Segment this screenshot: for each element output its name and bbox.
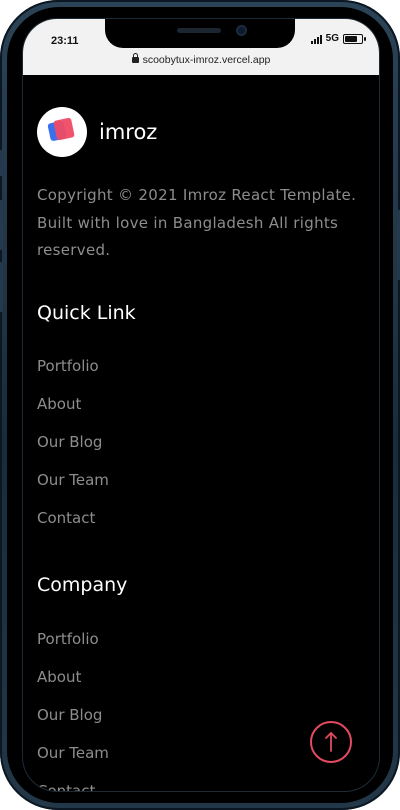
quick-link-about[interactable]: About [37,385,109,423]
camera-icon [236,25,247,36]
quick-link-portfolio[interactable]: Portfolio [37,347,109,385]
url-text: scoobytux-imroz.vercel.app [142,54,271,66]
quick-link-contact[interactable]: Contact [37,499,109,537]
status-indicators: 5G [310,33,366,44]
company-link-portfolio[interactable]: Portfolio [37,620,109,658]
speaker-grille [177,28,221,33]
scroll-to-top-button[interactable] [310,721,352,763]
quick-link-heading: Quick Link [37,302,136,324]
quick-link-our-team[interactable]: Our Team [37,461,109,499]
quick-link-our-blog[interactable]: Our Blog [37,423,109,461]
volume-up-button [0,200,3,250]
quick-link-list: Portfolio About Our Blog Our Team Contac… [37,347,109,537]
company-link-our-team[interactable]: Our Team [37,734,109,772]
address-bar[interactable]: scoobytux-imroz.vercel.app [23,53,379,66]
brand-name: imroz [99,120,158,144]
screen: 23:11 5G scoobytux-imroz.vercel.app imro… [23,19,379,791]
volume-down-button [0,262,3,312]
logo-icon [37,107,87,157]
status-time: 23:11 [51,35,79,47]
company-link-our-blog[interactable]: Our Blog [37,696,109,734]
battery-icon [343,33,366,44]
company-link-about[interactable]: About [37,658,109,696]
lock-icon [131,53,139,63]
company-link-list: Portfolio About Our Blog Our Team Contac… [37,620,109,791]
signal-icon [310,34,322,44]
arrow-up-icon [325,732,337,752]
mute-switch [0,150,3,176]
phone-frame: 23:11 5G scoobytux-imroz.vercel.app imro… [0,0,400,810]
company-link-contact[interactable]: Contact [37,772,109,791]
company-heading: Company [37,574,128,596]
copyright-text: Copyright © 2021 Imroz React Template. B… [37,186,357,259]
brand-logo-link[interactable]: imroz [37,107,157,157]
notch [105,19,295,48]
network-type: 5G [325,33,339,44]
